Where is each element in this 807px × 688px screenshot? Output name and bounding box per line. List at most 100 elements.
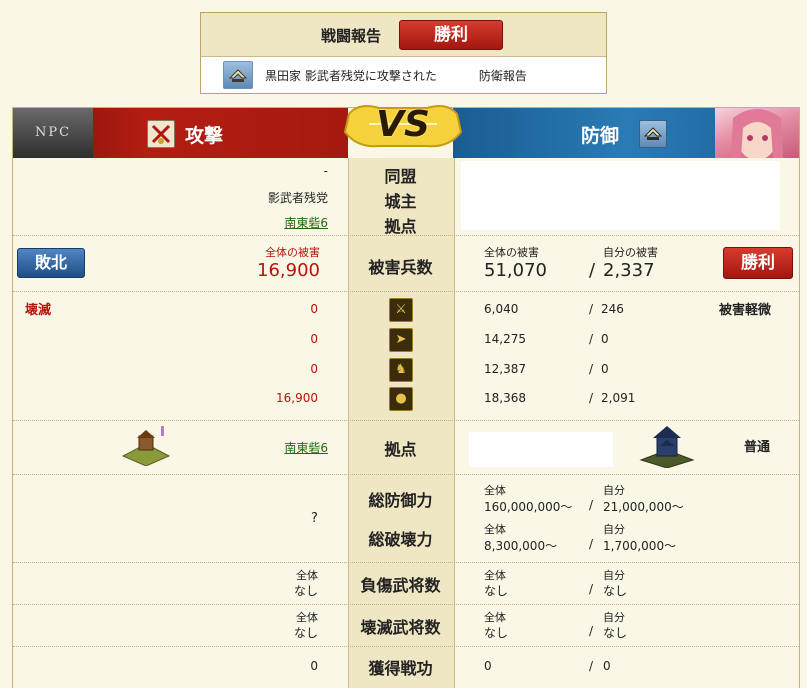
defense-self-label: 自分 [603,484,625,497]
defender-status: 被害軽微 [719,303,772,318]
victory-badge: 勝利 [399,20,503,50]
spear-icon: ⚔ [389,298,413,322]
damage-separator: / [589,260,596,281]
attacker-status: 壊滅 [25,303,52,318]
unit-separator: / [589,302,594,316]
defender-unit-total: 12,387 [484,362,526,376]
unit-separator: / [589,391,594,405]
defender-unit-total: 6,040 [484,302,519,316]
base-section-label: 拠点 [384,440,417,459]
attacker-unit-value: 0 [310,332,318,346]
defeat-badge: 敗北 [17,248,85,278]
destroyed-self-value: なし [603,626,628,640]
horse-icon: ♞ [389,358,413,382]
defender-unit-self: 246 [601,302,624,316]
injured-generals-label: 負傷武将数 [360,576,441,595]
unit-separator: / [589,332,594,346]
defense-total-value: 160,000,000～ [484,500,573,514]
report-title: 戦闘報告 [320,27,381,45]
attacker-unit-value: 0 [310,302,318,316]
defender-unit-total: 18,368 [484,391,526,405]
destroy-self-value: 1,700,000～ [603,539,677,553]
total-defense-label: 総防御力 [368,491,433,510]
attacker-unit-value: 16,900 [276,391,318,405]
destroyed-separator: / [589,624,594,638]
divider [13,646,799,647]
defense-self-value: 21,000,000～ [603,500,684,514]
power-separator: / [589,498,594,512]
divider [13,291,799,292]
defender-total-damage: 51,070 [484,260,547,281]
defender-unit-self: 0 [601,362,609,376]
divider [13,562,799,563]
injured-self-label: 自分 [603,569,625,582]
injured-separator: / [589,582,594,596]
attacker-base-link[interactable]: 南東砦6 [284,216,328,230]
injured-self-value: なし [603,584,628,598]
attacker-base-link-2[interactable]: 南東砦6 [284,441,328,455]
report-subtitle: 黒田家 影武者残党に攻撃された 防衛報告 [265,67,527,84]
attacker-total-damage-label: 全体の被害 [265,246,320,259]
report-subtitle-text: 黒田家 影武者残党に攻撃された [265,69,437,83]
attacker-unit-value: 0 [310,362,318,376]
total-destroy-label: 総破壊力 [368,530,433,549]
attack-icon [147,120,175,148]
destroyed-total-label: 全体 [484,611,506,624]
defender-base-status: 普通 [744,440,771,455]
defender-victory-badge: 勝利 [723,247,793,279]
injured-total-value: なし [484,584,509,598]
defense-report-icon [223,61,253,89]
defender-base-box [469,432,613,467]
center-label-column [348,158,455,688]
defender-info-box [461,161,780,230]
defender-self-damage-label: 自分の被害 [603,246,658,259]
vs-label: VS [376,104,430,145]
attack-label: 攻撃 [185,125,224,147]
defense-total-label: 全体 [484,484,506,497]
divider [13,420,799,421]
injured-attacker-value: なし [293,584,318,598]
base-label: 拠点 [384,217,417,236]
defender-total-damage-label: 全体の被害 [484,246,539,259]
defender-avatar[interactable] [715,108,799,160]
cannon-icon: ● [389,387,413,411]
merit-attacker-value: 0 [310,659,318,673]
destroyed-attacker-label: 全体 [296,611,318,624]
defender-unit-total: 14,275 [484,332,526,346]
destroyed-attacker-value: なし [293,626,318,640]
defender-unit-self: 0 [601,332,609,346]
defender-castle-icon [637,422,697,469]
vs-emblem: VS [339,98,467,162]
destroyed-total-value: なし [484,626,509,640]
destroyed-self-label: 自分 [603,611,625,624]
merit-separator: / [589,659,594,673]
lord-label: 城主 [384,192,417,211]
bow-icon: ➤ [389,328,413,352]
divider [13,474,799,475]
unit-separator: / [589,362,594,376]
npc-portrait: NPC [13,108,93,158]
damage-label: 被害兵数 [368,258,433,277]
defense-label: 防御 [581,125,620,147]
merit-self-value: 0 [603,659,611,673]
power-separator: / [589,537,594,551]
injured-attacker-label: 全体 [296,569,318,582]
attacker-lord: 影武者残党 [267,191,328,205]
divider [13,604,799,605]
report-subtitle-suffix: 防衛報告 [478,69,527,83]
destroy-self-label: 自分 [603,523,625,536]
attacker-total-damage: 16,900 [257,260,320,281]
defender-self-damage: 2,337 [603,260,655,281]
report-header: 戦闘報告 勝利 黒田家 影武者残党に攻撃された 防衛報告 [200,12,607,94]
attacker-power-value: ? [311,511,318,526]
alliance-label: 同盟 [384,167,417,186]
divider [13,235,799,236]
merit-label: 獲得戦功 [368,659,433,678]
defender-unit-self: 2,091 [601,391,636,405]
destroy-total-label: 全体 [484,523,506,536]
attacker-alliance: - [323,164,328,178]
battle-report-table: NPC 攻撃 防御 VS - 影武者残党 南東砦6 同盟 城主 拠点 敗北 全体… [12,104,800,688]
defense-icon [639,120,667,148]
merit-total-value: 0 [484,659,492,673]
destroy-total-value: 8,300,000～ [484,539,558,553]
